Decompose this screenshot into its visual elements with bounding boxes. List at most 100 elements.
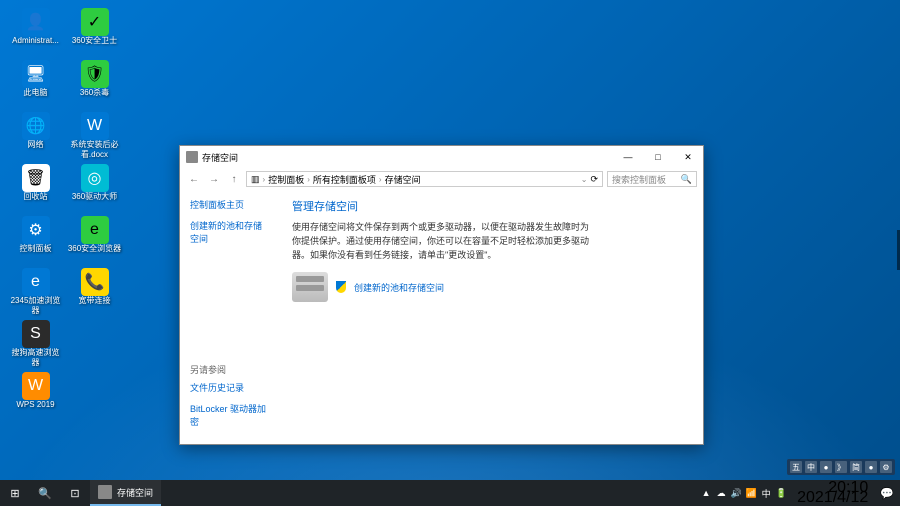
app-icon: 👤 bbox=[22, 8, 50, 36]
page-heading: 管理存储空间 bbox=[292, 198, 691, 214]
create-pool-link[interactable]: 创建新的池和存储空间 bbox=[354, 281, 444, 294]
create-action: 创建新的池和存储空间 bbox=[292, 272, 691, 302]
search-placeholder: 搜索控制面板 bbox=[612, 173, 666, 186]
desktop-icon[interactable]: 👤Administrat... bbox=[8, 8, 63, 58]
tray-icon[interactable]: 中 bbox=[760, 487, 772, 499]
desktop-icon[interactable]: e2345加速浏览器 bbox=[8, 268, 63, 318]
clock-date: 2021/4/12 bbox=[797, 493, 868, 503]
ime-button[interactable]: 中 bbox=[805, 461, 817, 473]
taskbar-task-storage[interactable]: 存储空间 bbox=[90, 480, 161, 506]
search-icon: 🔍 bbox=[681, 174, 692, 185]
tray-icon[interactable]: 🔋 bbox=[775, 487, 787, 499]
window-icon bbox=[186, 151, 198, 163]
task-label: 存储空间 bbox=[117, 486, 153, 499]
desktop-icon[interactable]: ◎360驱动大师 bbox=[67, 164, 122, 214]
chevron-icon: › bbox=[263, 175, 266, 184]
desktop-icon[interactable]: S搜狗高速浏览器 bbox=[8, 320, 63, 370]
address-bar: ← → ↑ ▥ › 控制面板 › 所有控制面板项 › 存储空间 ⌄ ⟳ 搜索控制… bbox=[180, 168, 703, 190]
app-icon: ✓ bbox=[81, 8, 109, 36]
chevron-icon: › bbox=[307, 175, 310, 184]
app-icon: ⚙ bbox=[22, 216, 50, 244]
up-button[interactable]: ↑ bbox=[226, 171, 242, 187]
desktop-icon[interactable]: ✓360安全卫士 bbox=[67, 8, 122, 58]
clock[interactable]: 20:10 2021/4/12 bbox=[791, 483, 874, 503]
desktop-icon[interactable]: ⚙控制面板 bbox=[8, 216, 63, 266]
desktop-icon[interactable]: 🖥此电脑 bbox=[8, 60, 63, 110]
icon-label: 搜狗高速浏览器 bbox=[8, 348, 63, 368]
ime-button[interactable]: ● bbox=[865, 461, 877, 473]
app-icon: 🛡 bbox=[81, 60, 109, 88]
ime-button[interactable]: ● bbox=[820, 461, 832, 473]
desktop-icon[interactable]: e360安全浏览器 bbox=[67, 216, 122, 266]
icon-label: 2345加速浏览器 bbox=[8, 296, 63, 316]
sidebar-create-link[interactable]: 创建新的池和存储空间 bbox=[190, 219, 270, 245]
desktop-icon[interactable]: W系统安装后必看.docx bbox=[67, 112, 122, 162]
desktop-icon-grid: 👤Administrat...✓360安全卫士🖥此电脑🛡360杀毒🌐网络W系统安… bbox=[8, 8, 122, 422]
content: 控制面板主页 创建新的池和存储空间 另请参阅 文件历史记录 BitLocker … bbox=[180, 190, 703, 444]
sidebar-home-link[interactable]: 控制面板主页 bbox=[190, 198, 270, 211]
ime-toolbar[interactable]: 五中●》简●⚙ bbox=[787, 459, 895, 475]
tray-icon[interactable]: ▲ bbox=[700, 487, 712, 499]
page-description: 使用存储空间将文件保存到两个或更多驱动器，以便在驱动器发生故障时为你提供保护。通… bbox=[292, 220, 592, 262]
forward-button[interactable]: → bbox=[206, 171, 222, 187]
breadcrumb-icon: ▥ bbox=[251, 174, 260, 185]
maximize-button[interactable]: □ bbox=[643, 146, 673, 168]
tray-icon[interactable]: ☁ bbox=[715, 487, 727, 499]
start-button[interactable]: ⊞ bbox=[0, 480, 30, 506]
tray-icon[interactable]: 📶 bbox=[745, 487, 757, 499]
search-input[interactable]: 搜索控制面板 🔍 bbox=[607, 171, 697, 187]
back-button[interactable]: ← bbox=[186, 171, 202, 187]
app-icon: e bbox=[81, 216, 109, 244]
desktop-icon[interactable]: 📞宽带连接 bbox=[67, 268, 122, 318]
icon-label: 360安全卫士 bbox=[72, 36, 117, 46]
dropdown-icon[interactable]: ⌄ bbox=[581, 175, 588, 184]
app-icon: 🖥 bbox=[22, 60, 50, 88]
ime-button[interactable]: 简 bbox=[850, 461, 862, 473]
ime-button[interactable]: 》 bbox=[835, 461, 847, 473]
app-icon: ◎ bbox=[81, 164, 109, 192]
icon-label: 宽带连接 bbox=[79, 296, 111, 306]
sidebar: 控制面板主页 创建新的池和存储空间 另请参阅 文件历史记录 BitLocker … bbox=[180, 190, 280, 444]
icon-label: Administrat... bbox=[12, 36, 59, 46]
ime-button[interactable]: 五 bbox=[790, 461, 802, 473]
desktop-icon[interactable]: 🌐网络 bbox=[8, 112, 63, 162]
uac-shield-icon bbox=[336, 281, 346, 293]
close-button[interactable]: ✕ bbox=[673, 146, 703, 168]
breadcrumb-item[interactable]: 所有控制面板项 bbox=[313, 173, 376, 186]
icon-label: WPS 2019 bbox=[16, 400, 54, 410]
storage-pool-icon bbox=[292, 272, 328, 302]
tray-icon[interactable]: 🔊 bbox=[730, 487, 742, 499]
task-view-button[interactable]: ⊡ bbox=[60, 480, 90, 506]
icon-label: 360杀毒 bbox=[80, 88, 109, 98]
sidebar-seealso-link[interactable]: BitLocker 驱动器加密 bbox=[190, 402, 270, 428]
icon-label: 回收站 bbox=[24, 192, 48, 202]
titlebar[interactable]: 存储空间 — □ ✕ bbox=[180, 146, 703, 168]
window-title: 存储空间 bbox=[202, 151, 238, 164]
icon-label: 系统安装后必看.docx bbox=[67, 140, 122, 160]
icon-label: 控制面板 bbox=[20, 244, 52, 254]
system-tray[interactable]: ▲☁🔊📶中🔋 bbox=[696, 487, 791, 499]
breadcrumb-item[interactable]: 控制面板 bbox=[268, 173, 304, 186]
task-icon bbox=[98, 485, 112, 499]
sidebar-seealso-title: 另请参阅 bbox=[190, 363, 270, 376]
breadcrumb-item[interactable]: 存储空间 bbox=[385, 173, 421, 186]
icon-label: 360安全浏览器 bbox=[68, 244, 121, 254]
search-button[interactable]: 🔍 bbox=[30, 480, 60, 506]
notification-button[interactable]: 💬 bbox=[874, 480, 900, 506]
icon-label: 此电脑 bbox=[24, 88, 48, 98]
minimize-button[interactable]: — bbox=[613, 146, 643, 168]
app-icon: e bbox=[22, 268, 50, 296]
desktop-icon[interactable]: 🛡360杀毒 bbox=[67, 60, 122, 110]
icon-label: 网络 bbox=[28, 140, 44, 150]
sidebar-seealso-link[interactable]: 文件历史记录 bbox=[190, 381, 270, 394]
ime-button[interactable]: ⚙ bbox=[880, 461, 892, 473]
app-icon: 🗑 bbox=[22, 164, 50, 192]
refresh-icon[interactable]: ⟳ bbox=[590, 174, 598, 185]
main-panel: 管理存储空间 使用存储空间将文件保存到两个或更多驱动器，以便在驱动器发生故障时为… bbox=[280, 190, 703, 444]
breadcrumb[interactable]: ▥ › 控制面板 › 所有控制面板项 › 存储空间 ⌄ ⟳ bbox=[246, 171, 603, 187]
desktop-icon[interactable]: 🗑回收站 bbox=[8, 164, 63, 214]
taskbar[interactable]: ⊞ 🔍 ⊡ 存储空间 ▲☁🔊📶中🔋 20:10 2021/4/12 💬 bbox=[0, 480, 900, 506]
app-icon: W bbox=[81, 112, 109, 140]
desktop-icon[interactable]: WWPS 2019 bbox=[8, 372, 63, 422]
app-icon: 🌐 bbox=[22, 112, 50, 140]
